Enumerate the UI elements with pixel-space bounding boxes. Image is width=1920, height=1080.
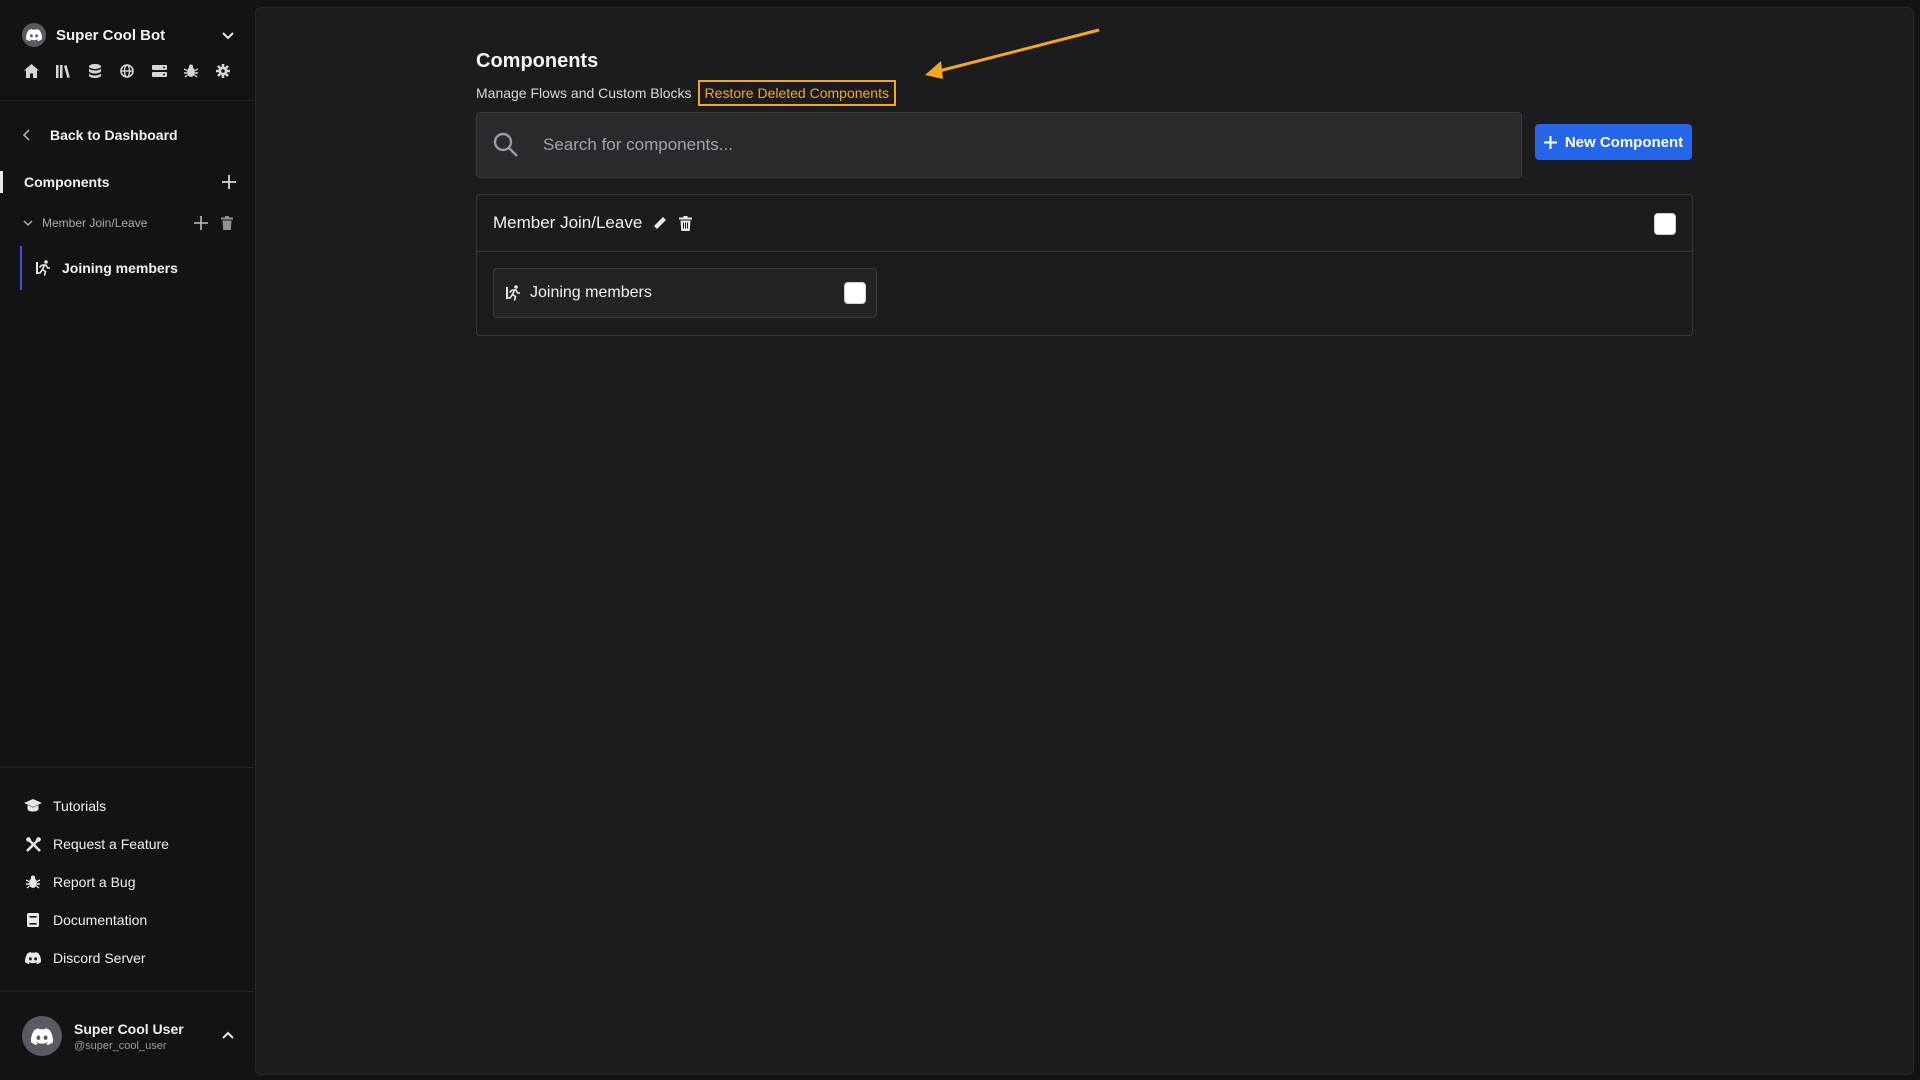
bug-icon[interactable] [182, 62, 200, 80]
divider [0, 767, 254, 768]
footer-link-label: Tutorials [53, 798, 107, 814]
component-group-title: Member Join/Leave [493, 213, 643, 232]
tree-item-joining-members[interactable]: Joining members [20, 246, 238, 290]
plus-icon[interactable] [222, 175, 236, 189]
footer-link-label: Request a Feature [53, 836, 169, 852]
user-menu[interactable]: Super Cool User @super_cool_user [22, 1014, 236, 1058]
tree-group-label: Member Join/Leave [42, 216, 148, 230]
component-group-header: Member Join/Leave [477, 195, 1692, 252]
documentation-link[interactable]: Documentation [22, 909, 169, 931]
component-card[interactable]: Joining members [493, 268, 877, 318]
discord-icon [22, 952, 44, 964]
search-bar[interactable] [476, 112, 1522, 178]
user-handle: @super_cool_user [74, 1039, 167, 1052]
discord-icon [22, 23, 46, 47]
running-person-icon [36, 260, 52, 276]
page-subtitle-row: Manage Flows and Custom Blocks Restore D… [476, 80, 896, 106]
new-component-label: New Component [1564, 133, 1684, 151]
footer-links: Tutorials Request a Feature Report a Bug… [22, 795, 169, 985]
tree-group-member-join-leave[interactable]: Member Join/Leave [22, 212, 236, 234]
footer-link-label: Report a Bug [53, 874, 136, 890]
globe-icon[interactable] [118, 62, 136, 80]
group-select-checkbox[interactable] [1654, 213, 1676, 235]
page-subtitle: Manage Flows and Custom Blocks [476, 85, 692, 101]
new-component-button[interactable]: New Component [1535, 124, 1692, 160]
graduation-cap-icon [22, 799, 44, 813]
footer-link-label: Documentation [53, 912, 148, 928]
library-icon[interactable] [54, 62, 72, 80]
gear-icon[interactable] [214, 62, 232, 80]
book-icon [22, 913, 44, 927]
bot-selector[interactable]: Super Cool Bot [22, 22, 236, 48]
active-indicator [0, 171, 3, 193]
pencil-icon[interactable] [650, 214, 668, 232]
chevron-down-icon[interactable] [220, 27, 236, 43]
component-group: Member Join/Leave Joining members [476, 194, 1693, 336]
discord-server-link[interactable]: Discord Server [22, 947, 169, 969]
chevron-left-icon [22, 128, 32, 142]
back-label: Back to Dashboard [50, 127, 178, 143]
search-icon [493, 132, 519, 158]
report-bug-link[interactable]: Report a Bug [22, 871, 169, 893]
nav-icon-row [22, 62, 232, 80]
divider [0, 100, 254, 101]
plus-icon [1543, 135, 1557, 149]
plus-icon[interactable] [192, 214, 210, 232]
tree-item-label: Joining members [62, 260, 178, 276]
components-section-header[interactable]: Components [0, 170, 236, 194]
main-panel: Components Manage Flows and Custom Block… [255, 7, 1914, 1075]
tutorials-link[interactable]: Tutorials [22, 795, 169, 817]
running-person-icon [506, 285, 522, 301]
footer-link-label: Discord Server [53, 950, 146, 966]
search-input[interactable] [541, 134, 1521, 156]
user-info: Super Cool User @super_cool_user [74, 1021, 220, 1052]
components-label: Components [24, 174, 110, 190]
trash-icon[interactable] [218, 214, 236, 232]
restore-deleted-components-link[interactable]: Restore Deleted Components [697, 80, 896, 106]
annotation-arrow [925, 28, 1100, 79]
chevron-down-icon[interactable] [22, 217, 34, 229]
page-title: Components [476, 50, 599, 72]
chevron-up-icon[interactable] [220, 1028, 236, 1044]
trash-icon[interactable] [676, 214, 694, 232]
home-icon[interactable] [22, 62, 40, 80]
database-icon[interactable] [86, 62, 104, 80]
server-icon[interactable] [150, 62, 168, 80]
divider [0, 991, 254, 992]
back-to-dashboard-link[interactable]: Back to Dashboard [22, 124, 178, 146]
avatar [22, 1016, 62, 1056]
user-name: Super Cool User [74, 1020, 184, 1037]
sidebar: Super Cool Bot Back to Dashboard Compone… [0, 0, 254, 1080]
component-card-label: Joining members [530, 284, 652, 301]
request-feature-link[interactable]: Request a Feature [22, 833, 169, 855]
bot-name: Super Cool Bot [56, 26, 166, 44]
bug-icon [22, 875, 44, 889]
component-select-checkbox[interactable] [844, 282, 866, 304]
tools-icon [22, 836, 44, 852]
